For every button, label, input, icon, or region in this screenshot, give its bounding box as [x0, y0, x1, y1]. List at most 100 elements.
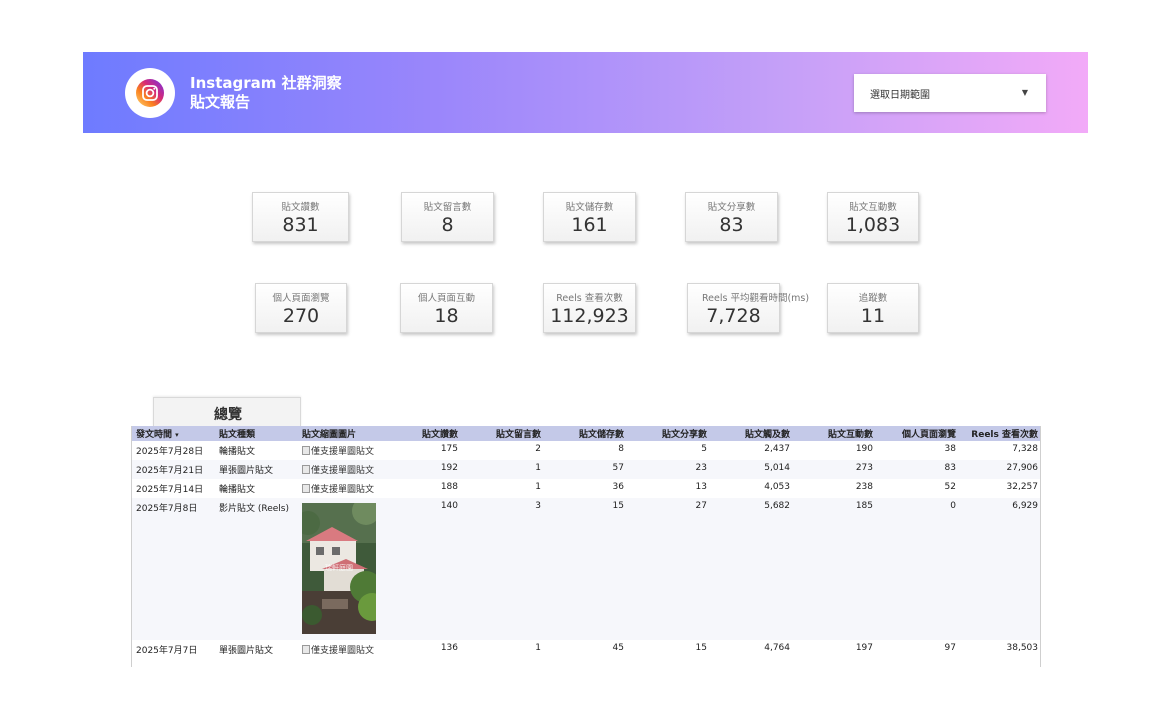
metric-value: 18 — [434, 305, 459, 327]
metric-card-profile-interactions: 個人頁面互動 18 — [400, 283, 493, 333]
metric-value: 831 — [282, 214, 319, 236]
thumbnail-caption: 瑞軒庭園 — [325, 564, 353, 572]
metric-card-post-shares: 貼文分享數 83 — [685, 192, 778, 242]
column-header-comments[interactable]: 貼文留言數 — [462, 426, 545, 441]
table-row: 2025年7月7日 單張圖片貼文 僅支援單圖貼文 136 1 45 15 4,7… — [132, 640, 1040, 659]
metric-label: 貼文讚數 — [281, 202, 320, 213]
sort-desc-icon: ▾ — [175, 431, 179, 439]
cell-likes: 136 — [440, 643, 458, 653]
instagram-icon — [136, 79, 164, 107]
cell-date: 2025年7月7日 — [136, 646, 198, 656]
cell-reach: 2,437 — [764, 444, 790, 454]
column-header-likes[interactable]: 貼文讚數 — [393, 426, 462, 441]
column-header-reels-views[interactable]: Reels 查看次數 — [960, 426, 1040, 441]
report-title-line2: 貼文報告 — [190, 93, 251, 111]
cell-type: 輪播貼文 — [219, 447, 256, 457]
cell-date: 2025年7月28日 — [136, 447, 204, 457]
tab-overview-label: 總覽 — [214, 407, 242, 423]
cell-thumbnail: 僅支援單圖貼文 — [298, 441, 393, 460]
date-range-select[interactable]: 選取日期範圍 ▼ — [854, 74, 1046, 112]
broken-image-icon — [302, 645, 310, 654]
metric-value: 83 — [719, 214, 744, 236]
cell-shares: 5 — [701, 444, 707, 454]
cell-comments: 1 — [535, 643, 541, 653]
metric-card-post-likes: 貼文讚數 831 — [252, 192, 349, 242]
post-thumbnail-image[interactable]: 瑞軒庭園 — [302, 503, 376, 634]
report-header: Instagram 社群洞察 貼文報告 選取日期範圍 ▼ — [83, 52, 1088, 133]
metric-card-post-saves: 貼文儲存數 161 — [543, 192, 636, 242]
cell-likes: 188 — [440, 482, 458, 492]
cell-profile-views: 97 — [944, 643, 956, 653]
cell-profile-views: 83 — [944, 463, 956, 473]
cell-interactions: 273 — [855, 463, 873, 473]
cell-type: 影片貼文 (Reels) — [219, 504, 289, 514]
cell-date: 2025年7月21日 — [136, 466, 204, 476]
cell-saves: 57 — [612, 463, 624, 473]
cell-type: 單張圖片貼文 — [219, 646, 274, 656]
cell-interactions: 197 — [855, 643, 873, 653]
column-header-reach[interactable]: 貼文觸及數 — [711, 426, 794, 441]
broken-image-icon — [302, 484, 310, 493]
column-header-thumbnail[interactable]: 貼文縮圖圖片 — [298, 426, 393, 441]
cell-interactions: 190 — [855, 444, 873, 454]
column-header-post-type[interactable]: 貼文種類 — [215, 426, 298, 441]
metric-label: 貼文留言數 — [423, 202, 472, 213]
cell-saves: 45 — [612, 643, 624, 653]
cell-comments: 1 — [535, 463, 541, 473]
cell-reels-views: 32,257 — [1006, 482, 1039, 492]
posts-table: 發文時間 ▾ 貼文種類 貼文縮圖圖片 貼文讚數 貼文留言數 貼文儲存數 貼文分享… — [131, 426, 1041, 667]
cell-likes: 192 — [440, 463, 458, 473]
cell-reels-views: 6,929 — [1012, 501, 1038, 511]
broken-image-icon — [302, 446, 310, 455]
cell-date: 2025年7月14日 — [136, 485, 204, 495]
cell-thumbnail: 僅支援單圖貼文 — [298, 640, 393, 659]
cell-thumbnail: 僅支援單圖貼文 — [298, 479, 393, 498]
table-row: 2025年7月8日 影片貼文 (Reels) 瑞軒庭園 140 3 15 27 … — [132, 498, 1040, 640]
cell-comments: 2 — [535, 444, 541, 454]
column-header-post-date[interactable]: 發文時間 ▾ — [132, 426, 215, 441]
table-row: 2025年7月14日 輪播貼文 僅支援單圖貼文 188 1 36 13 4,05… — [132, 479, 1040, 498]
metric-label: Reels 查看次數 — [556, 293, 623, 304]
column-header-shares[interactable]: 貼文分享數 — [628, 426, 711, 441]
cell-reach: 4,764 — [764, 643, 790, 653]
metric-label: 追蹤數 — [858, 293, 888, 304]
date-range-label: 選取日期範圍 — [870, 90, 930, 101]
cell-shares: 27 — [695, 501, 707, 511]
tab-overview[interactable]: 總覽 — [153, 397, 301, 427]
metric-value: 161 — [571, 214, 608, 236]
cell-shares: 23 — [695, 463, 707, 473]
cell-likes: 175 — [440, 444, 458, 454]
metric-card-profile-views: 個人頁面瀏覽 270 — [255, 283, 347, 333]
cell-reach: 5,682 — [764, 501, 790, 511]
cell-thumbnail: 僅支援單圖貼文 — [298, 460, 393, 479]
cell-shares: 15 — [695, 643, 707, 653]
cell-reels-views: 38,503 — [1006, 643, 1039, 653]
metric-label: 貼文互動數 — [849, 202, 897, 213]
report-title: Instagram 社群洞察 貼文報告 — [190, 74, 342, 112]
cell-comments: 3 — [535, 501, 541, 511]
column-header-interactions[interactable]: 貼文互動數 — [794, 426, 877, 441]
cell-shares: 13 — [695, 482, 707, 492]
cell-thumbnail: 瑞軒庭園 — [298, 498, 393, 640]
cell-saves: 8 — [618, 444, 624, 454]
cell-comments: 1 — [535, 482, 541, 492]
metric-value: 112,923 — [550, 305, 629, 327]
cell-reels-views: 7,328 — [1012, 444, 1038, 454]
cell-date: 2025年7月8日 — [136, 504, 198, 514]
metric-value: 11 — [860, 305, 886, 327]
metric-label: 個人頁面瀏覽 — [272, 293, 330, 304]
metric-card-reels-avg-watch-time: Reels 平均觀看時間(ms) 7,728 — [687, 283, 809, 333]
cell-interactions: 238 — [855, 482, 873, 492]
cell-reels-views: 27,906 — [1006, 463, 1039, 473]
cell-profile-views: 52 — [944, 482, 956, 492]
column-header-profile-views[interactable]: 個人頁面瀏覽 — [877, 426, 960, 441]
column-header-saves[interactable]: 貼文儲存數 — [545, 426, 628, 441]
metric-card-post-comments: 貼文留言數 8 — [401, 192, 494, 242]
cell-type: 輪播貼文 — [219, 485, 256, 495]
report-title-line1: Instagram 社群洞察 — [190, 74, 342, 92]
table-row: 2025年7月28日 輪播貼文 僅支援單圖貼文 175 2 8 5 2,437 … — [132, 441, 1040, 460]
metric-value: 1,083 — [845, 214, 901, 236]
metric-card-post-interactions: 貼文互動數 1,083 — [827, 192, 919, 242]
cell-saves: 36 — [612, 482, 624, 492]
dropdown-caret-icon: ▼ — [1021, 88, 1028, 97]
